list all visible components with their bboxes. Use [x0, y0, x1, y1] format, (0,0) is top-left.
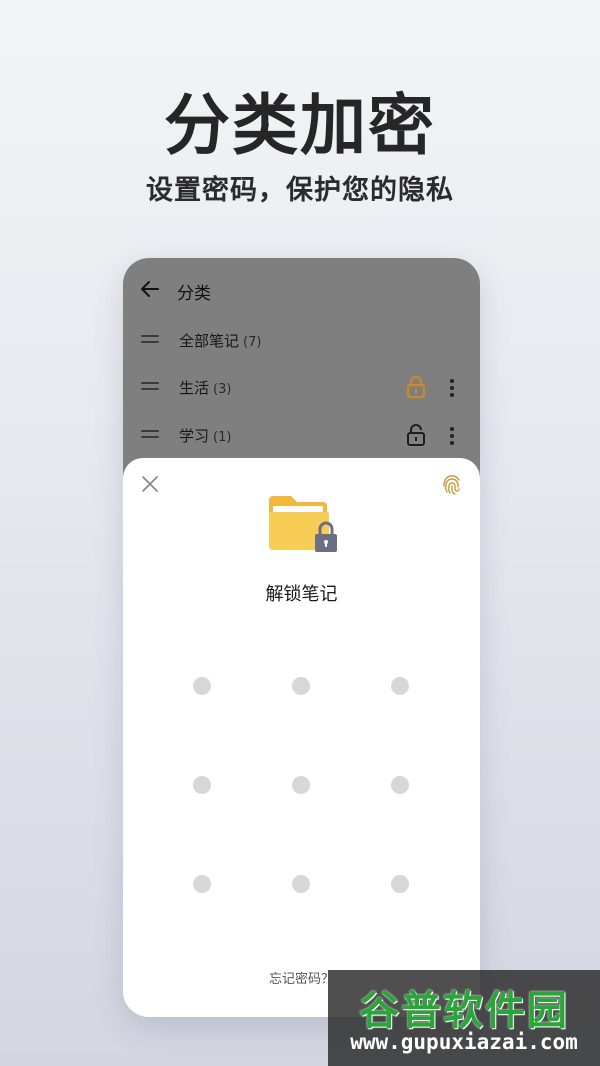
pattern-dot[interactable] [292, 776, 310, 794]
pattern-dot[interactable] [292, 875, 310, 893]
watermark-url: www.gupuxiazai.com [350, 1030, 578, 1054]
drag-handle-icon[interactable] [141, 335, 159, 343]
category-count: (1) [213, 430, 232, 445]
locked-folder-icon [269, 496, 337, 552]
watermark-logo: 谷普软件园 [359, 988, 569, 1034]
sheet-title: 解锁笔记 [265, 584, 338, 605]
unlock-icon[interactable] [405, 423, 427, 447]
hero-subtitle: 设置密码，保护您的隐私 [146, 175, 454, 206]
category-row-life[interactable]: 生活 (3) [123, 368, 480, 408]
hero-title: 分类加密 [164, 87, 436, 164]
more-vertical-icon[interactable] [445, 377, 459, 399]
drag-handle-icon[interactable] [141, 382, 159, 390]
screen-title: 分类 [177, 284, 211, 304]
close-icon[interactable] [141, 475, 159, 493]
category-row-study[interactable]: 学习 (1) [123, 416, 480, 456]
more-vertical-icon[interactable] [445, 425, 459, 447]
category-count: (7) [243, 335, 262, 350]
phone-frame: 分类 全部笔记 (7) 生活 (3) 学习 (1) 解锁笔记 忘记密码？ [123, 258, 480, 1017]
category-list-screen: 分类 全部笔记 (7) 生活 (3) 学习 (1) [123, 258, 480, 488]
lock-icon[interactable] [405, 375, 427, 399]
category-row-all[interactable]: 全部笔记 (7) [123, 321, 480, 361]
pattern-dot[interactable] [193, 875, 211, 893]
drag-handle-icon[interactable] [141, 430, 159, 438]
pattern-dot[interactable] [391, 677, 409, 695]
pattern-dot[interactable] [292, 677, 310, 695]
category-name: 学习 [179, 427, 210, 445]
pattern-dot[interactable] [193, 677, 211, 695]
pattern-dot[interactable] [391, 875, 409, 893]
arrow-left-icon[interactable] [139, 278, 161, 300]
category-name: 全部笔记 [179, 332, 240, 350]
category-count: (3) [213, 382, 232, 397]
unlock-sheet: 解锁笔记 忘记密码？ [123, 458, 480, 1017]
category-name: 生活 [179, 379, 210, 397]
pattern-dot[interactable] [391, 776, 409, 794]
watermark: 谷普软件园 www.gupuxiazai.com [328, 970, 600, 1066]
pattern-dot[interactable] [193, 776, 211, 794]
fingerprint-icon[interactable] [441, 472, 463, 496]
